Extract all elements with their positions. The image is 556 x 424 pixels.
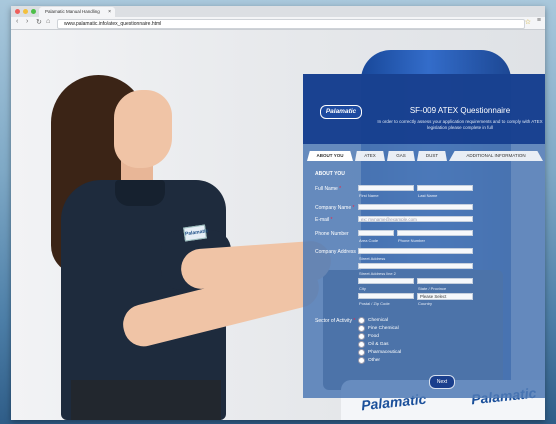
email-label: E-mail * xyxy=(315,217,333,223)
window-controls xyxy=(15,9,36,14)
minimize-window-button[interactable] xyxy=(23,9,28,14)
next-button[interactable]: Next xyxy=(429,375,455,389)
company-name-input[interactable] xyxy=(358,204,473,210)
sector-label: Sector of Activity * xyxy=(315,318,355,324)
phone-label: Phone Number xyxy=(315,231,349,237)
company-name-label-text: Company Name xyxy=(315,205,352,211)
reload-icon[interactable]: ↻ xyxy=(36,18,42,26)
sector-option-fine-chemical[interactable]: Fine Chemical xyxy=(358,325,399,332)
sector-option-label: Pharmaceutical xyxy=(368,350,402,355)
radio-icon xyxy=(358,349,365,356)
area-code-hint: Area Code xyxy=(359,238,379,243)
state-hint: State / Province xyxy=(418,286,447,291)
phone-number-hint: Phone Number xyxy=(398,238,425,243)
home-icon[interactable]: ⌂ xyxy=(46,18,50,25)
country-select[interactable]: Please Select xyxy=(417,293,473,300)
page-viewport: Palamatic Palamatic Palamatic Palamatic … xyxy=(11,30,545,420)
tab-bar: Palamatic Manual Handling × xyxy=(11,6,545,17)
city-input[interactable] xyxy=(358,278,414,284)
palamatic-logo: Palamatic xyxy=(320,105,362,119)
woman-face xyxy=(114,90,172,168)
email-label-text: E-mail xyxy=(315,217,330,223)
full-name-label-text: Full Name xyxy=(315,186,338,192)
required-marker: * xyxy=(351,205,355,211)
sector-option-label: Food xyxy=(368,334,379,339)
browser-menu-icon[interactable]: ≡ xyxy=(537,17,541,24)
required-marker: * xyxy=(329,217,333,223)
state-input[interactable] xyxy=(417,278,473,284)
full-name-label: Full Name * xyxy=(315,186,341,192)
sector-option-oil-gas[interactable]: Oil & Gas xyxy=(358,341,389,348)
company-name-label: Company Name * xyxy=(315,205,354,211)
country-hint: Country xyxy=(418,301,433,306)
tab-atex[interactable]: ATEX xyxy=(355,151,385,161)
address-label: Company Address xyxy=(315,249,356,255)
tab-additional-information[interactable]: ADDITIONAL INFORMATION xyxy=(449,151,543,161)
last-name-hint: Last Name xyxy=(418,193,438,198)
phone-number-input[interactable] xyxy=(397,230,473,236)
form-title: SF-009 ATEX Questionnaire xyxy=(409,106,511,115)
city-hint: City xyxy=(359,286,366,291)
radio-icon xyxy=(358,333,365,340)
back-icon[interactable]: ‹ xyxy=(16,18,18,25)
atex-form-panel: Palamatic SF-009 ATEX Questionnaire In o… xyxy=(303,74,545,398)
required-marker: * xyxy=(337,186,342,192)
tab-close-icon[interactable]: × xyxy=(108,7,111,17)
browser-window: Palamatic Manual Handling × ‹ › ↻ ⌂ www.… xyxy=(11,6,545,420)
woman-jeans xyxy=(71,380,221,420)
sector-option-other[interactable]: Other xyxy=(358,357,380,364)
sector-option-label: Chemical xyxy=(368,318,388,323)
street-address-hint: Street Address xyxy=(359,256,386,261)
street-address-2-input[interactable] xyxy=(358,263,473,269)
sector-option-label: Oil & Gas xyxy=(368,342,389,347)
url-input[interactable]: www.palamatic.info/atex_questionnaire.ht… xyxy=(57,19,525,29)
radio-icon xyxy=(358,317,365,324)
area-code-input[interactable] xyxy=(358,230,394,236)
bookmark-star-icon[interactable]: ☆ xyxy=(525,18,531,26)
address-toolbar: ‹ › ↻ ⌂ www.palamatic.info/atex_question… xyxy=(11,17,545,30)
sector-option-food[interactable]: Food xyxy=(358,333,379,340)
forward-icon[interactable]: › xyxy=(26,18,28,25)
street-address-2-hint: Street Address line 2 xyxy=(359,271,396,276)
close-window-button[interactable] xyxy=(15,9,20,14)
required-marker: * xyxy=(351,318,356,324)
first-name-hint: First Name xyxy=(359,193,379,198)
form-subtitle: In order to correctly assess your applic… xyxy=(377,119,543,130)
radio-icon xyxy=(358,341,365,348)
sector-label-text: Sector of Activity xyxy=(315,318,352,324)
sector-option-label: Other xyxy=(368,358,380,363)
radio-icon xyxy=(358,357,365,364)
street-address-input[interactable] xyxy=(358,248,473,254)
tab-title: Palamatic Manual Handling xyxy=(45,9,100,14)
sector-option-pharmaceutical[interactable]: Pharmaceutical xyxy=(358,349,401,356)
tab-about-you[interactable]: ABOUT YOU xyxy=(307,151,353,161)
form-tabs: ABOUT YOU ATEX GAS DUST ADDITIONAL INFOR… xyxy=(307,151,545,161)
postal-code-input[interactable] xyxy=(358,293,414,299)
postal-hint: Postal / Zip Code xyxy=(359,301,390,306)
last-name-input[interactable] xyxy=(417,185,473,191)
email-input[interactable]: ex: myname@example.com xyxy=(358,216,473,222)
sector-option-chemical[interactable]: Chemical xyxy=(358,317,388,324)
shirt-collar xyxy=(115,180,165,206)
form-header: Palamatic SF-009 ATEX Questionnaire In o… xyxy=(303,74,545,144)
sector-option-label: Fine Chemical xyxy=(368,326,399,331)
browser-tab[interactable]: Palamatic Manual Handling × xyxy=(39,7,115,17)
tab-gas[interactable]: GAS xyxy=(387,151,415,161)
section-title: ABOUT YOU xyxy=(315,171,345,177)
radio-icon xyxy=(358,325,365,332)
first-name-input[interactable] xyxy=(358,185,414,191)
maximize-window-button[interactable] xyxy=(31,9,36,14)
tab-dust[interactable]: DUST xyxy=(417,151,447,161)
